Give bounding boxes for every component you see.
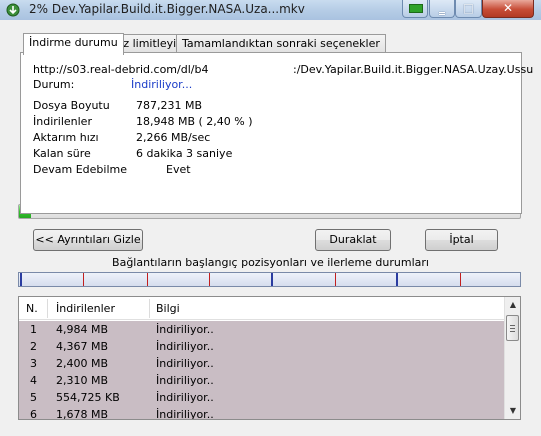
row-info: İndiriliyor.. [156,323,214,336]
scroll-thumb[interactable] [506,315,519,341]
row-info: İndiriliyor.. [156,408,214,420]
connection-start-3 [147,273,148,286]
row-downloaded: 2,400 MB [56,357,109,370]
table-row[interactable]: 3 2,400 MB İndiriliyor.. [19,355,505,372]
table-row[interactable]: 4 2,310 MB İndiriliyor.. [19,372,505,389]
connection-start-6 [335,273,336,286]
status-label: Durum: [33,78,75,91]
window-title: 2% Dev.Yapilar.Build.it.Bigger.NASA.Uza.… [29,2,305,16]
row-number: 6 [30,408,37,420]
downloaded-value: 18,948 MB ( 2,40 % ) [136,115,253,128]
table-row[interactable]: 6 1,678 MB İndiriliyor.. [19,406,505,420]
table-row[interactable]: 5 554,725 KB İndiriliyor.. [19,389,505,406]
row-number: 5 [30,391,37,404]
row-downloaded: 2,310 MB [56,374,109,387]
vertical-scrollbar[interactable]: ▲ ▼ [504,297,520,419]
list-body: 1 4,984 MB İndiriliyor.. 2 4,367 MB İndi… [19,321,505,420]
download-url-end: :/Dev.Yapilar.Build.it.Bigger.NASA.Uzay.… [293,63,534,76]
tab-download-status[interactable]: İndirme durumu [23,33,124,55]
tab-after-complete-options[interactable]: Tamamlandıktan sonraki seçenekler [176,34,386,54]
table-row[interactable]: 1 4,984 MB İndiriliyor.. [19,321,505,338]
row-downloaded: 554,725 KB [56,391,120,404]
connections-list[interactable]: N. İndirilenler Bilgi 1 4,984 MB İndiril… [18,296,521,420]
title-bar[interactable]: 2% Dev.Yapilar.Build.it.Bigger.NASA.Uza.… [0,0,541,20]
maximize-button[interactable]: □ [455,0,482,18]
column-header-downloaded[interactable]: İndirilenler [56,302,115,315]
green-window-icon [409,4,423,13]
column-header-info[interactable]: Bilgi [156,302,180,315]
cancel-button[interactable]: İptal [425,229,498,251]
connection-progress-7 [396,273,398,286]
grip-line [510,325,515,326]
connections-bar [18,272,521,287]
maximize-icon: □ [462,1,475,15]
connection-progress-1 [20,273,22,286]
green-window-button[interactable] [402,0,428,18]
grip-line [510,328,515,329]
status-value: İndiriliyor... [131,78,193,91]
connection-progress-5 [271,273,273,286]
hide-details-button[interactable]: << Ayrıntıları Gizle [33,229,143,251]
row-info: İndiriliyor.. [156,391,214,404]
row-downloaded: 4,367 MB [56,340,109,353]
transfer-rate-label: Aktarım hızı [33,131,99,144]
scroll-up-arrow-icon[interactable]: ▲ [505,297,520,313]
connection-start-2 [83,273,84,286]
row-number: 1 [30,323,37,336]
minimize-button[interactable]: ‗ [429,0,455,18]
close-button[interactable]: ✕ [482,0,534,18]
row-number: 2 [30,340,37,353]
pause-button[interactable]: Duraklat [315,229,391,251]
time-left-value: 6 dakika 3 saniye [136,147,233,160]
transfer-rate-value: 2,266 MB/sec [136,131,211,144]
row-number: 3 [30,357,37,370]
resume-capability-value: Evet [166,163,191,176]
connection-start-8 [460,273,461,286]
row-info: İndiriliyor.. [156,340,214,353]
close-icon: ✕ [502,1,514,15]
download-status-panel: http://s03.real-debrid.com/dl/b4 :/Dev.Y… [20,52,533,214]
column-header-number[interactable]: N. [26,302,38,315]
time-left-label: Kalan süre [33,147,91,160]
file-size-label: Dosya Boyutu [33,99,110,112]
download-app-icon [6,3,20,17]
row-number: 4 [30,374,37,387]
connection-start-4 [209,273,210,286]
minimize-icon: ‗ [439,1,445,15]
column-divider[interactable] [149,299,150,318]
connections-label: Bağlantıların başlangıç pozisyonları ve … [112,256,429,269]
file-size-value: 787,231 MB [136,99,203,112]
scroll-down-arrow-icon[interactable]: ▼ [505,403,520,419]
list-header: N. İndirilenler Bilgi [19,297,505,320]
row-info: İndiriliyor.. [156,357,214,370]
resume-capability-label: Devam Edebilme [33,163,127,176]
grip-line [510,331,515,332]
column-divider[interactable] [47,299,48,318]
downloaded-label: İndirilenler [33,115,92,128]
row-info: İndiriliyor.. [156,374,214,387]
download-window: İndirme durumu Hız limitleyici Tamamland… [0,20,541,436]
table-row[interactable]: 2 4,367 MB İndiriliyor.. [19,338,505,355]
row-downloaded: 1,678 MB [56,408,109,420]
row-downloaded: 4,984 MB [56,323,109,336]
